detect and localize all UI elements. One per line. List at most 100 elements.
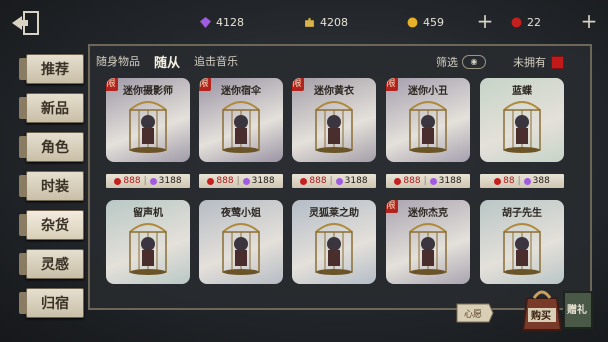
gold-coin-icon <box>407 17 418 27</box>
add-gem-button[interactable]: + <box>580 11 598 31</box>
red-gem-icon <box>300 177 308 185</box>
cage-figure-icon <box>503 223 541 275</box>
category-sidebar: 推荐 新品 角色 时装 杂货 灵感 归宿 <box>18 54 88 327</box>
purple-crystal-icon <box>523 177 531 185</box>
purple-crystal-icon <box>429 177 437 185</box>
card-name: 迷你宿伞 <box>221 86 261 97</box>
price-tag: 888 | 3188 <box>106 174 190 188</box>
gold-puzzle-icon <box>305 17 314 27</box>
limited-badge: 限 <box>199 78 211 91</box>
card-name: 留声机 <box>133 208 163 219</box>
purple-crystal-icon <box>149 177 157 185</box>
gift-label: 赠礼 <box>567 303 587 316</box>
crystal-count: 4128 <box>216 15 244 29</box>
unowned-checkbox[interactable] <box>551 55 564 69</box>
sidebar-item-character[interactable]: 角色 <box>19 132 84 162</box>
price-tag: 888 | 3188 <box>199 174 283 188</box>
card-name: 迷你小丑 <box>408 86 448 97</box>
price-red: 88 <box>503 176 515 186</box>
cage-figure-icon <box>129 223 167 275</box>
unowned-label: 未拥有 <box>513 56 546 69</box>
currency-crystal: 4128 <box>200 13 244 31</box>
sidebar-item-inspiration[interactable]: 灵感 <box>19 249 84 279</box>
card-name: 迷你杰克 <box>408 208 448 219</box>
sidebar-item-misc[interactable]: 杂货 <box>19 210 84 240</box>
price-red: 888 <box>309 176 327 186</box>
price-red: 888 <box>216 176 234 186</box>
follower-card[interactable]: 迷你宿伞限 <box>199 78 283 162</box>
limited-badge: 限 <box>292 78 304 91</box>
price-red: 888 <box>123 176 141 186</box>
card-name: 灵狐莱之助 <box>309 208 359 219</box>
price-purple: 3188 <box>158 176 182 186</box>
cage-figure-icon <box>409 223 447 275</box>
follower-card[interactable]: 灵狐莱之助 <box>292 200 376 284</box>
card-name: 胡子先生 <box>502 208 542 219</box>
follower-card[interactable]: 胡子先生 <box>480 200 564 284</box>
wishlist-label: 心愿 <box>464 309 482 320</box>
top-bar: 4128 4208 459 + 22 + <box>0 0 608 44</box>
tab-accessories[interactable]: 随身物品 <box>96 53 140 69</box>
follower-card[interactable]: 夜莺小姐 <box>199 200 283 284</box>
price-tag: 88 | 388 <box>480 174 564 188</box>
price-purple: 3188 <box>344 176 368 186</box>
price-purple: 388 <box>532 176 550 186</box>
red-gem-icon <box>494 177 502 185</box>
wishlist-tag-icon[interactable]: 心愿 <box>455 298 495 328</box>
limited-badge: 限 <box>386 78 398 91</box>
purchase-label: 购买 <box>531 309 551 322</box>
unowned-filter[interactable]: 未拥有 <box>513 54 564 70</box>
red-gem-icon <box>511 17 522 27</box>
cage-figure-icon <box>503 101 541 153</box>
sidebar-item-new[interactable]: 新品 <box>19 93 84 123</box>
filter-toggle-icon[interactable]: ◉ <box>462 55 486 69</box>
currency-gem: 22 <box>511 13 541 31</box>
price-red: 888 <box>403 176 421 186</box>
puzzle-count: 4208 <box>320 15 348 29</box>
price-purple: 3188 <box>251 176 275 186</box>
purple-crystal-icon <box>200 16 211 28</box>
sidebar-item-recommend[interactable]: 推荐 <box>19 54 84 84</box>
follower-card[interactable]: 迷你杰克限 <box>386 200 470 284</box>
price-purple: 3188 <box>438 176 462 186</box>
cage-figure-icon <box>315 223 353 275</box>
cage-figure-icon <box>222 101 260 153</box>
cage-figure-icon <box>129 101 167 153</box>
purchase-bag-button[interactable]: 购买 <box>519 284 565 332</box>
follower-card[interactable]: 留声机 <box>106 200 190 284</box>
gift-button[interactable]: 赠礼 <box>561 288 595 332</box>
sidebar-item-residence[interactable]: 归宿 <box>19 288 84 318</box>
card-name: 迷你摄影师 <box>123 86 173 97</box>
follower-card[interactable]: 蓝蝶 <box>480 78 564 162</box>
filter-label: 筛选 <box>436 56 458 69</box>
gem-count: 22 <box>527 15 541 29</box>
price-tag: 888 | 3188 <box>386 174 470 188</box>
limited-badge: 限 <box>386 200 398 213</box>
follower-card[interactable]: 迷你小丑限 <box>386 78 470 162</box>
follower-card[interactable]: 迷你摄影师限 <box>106 78 190 162</box>
sub-tabs: 随身物品 随从 追击音乐 <box>96 50 252 72</box>
card-name: 蓝蝶 <box>512 86 532 97</box>
purple-crystal-icon <box>242 177 250 185</box>
currency-puzzle: 4208 <box>304 13 348 31</box>
red-gem-icon <box>114 177 122 185</box>
cage-figure-icon <box>222 223 260 275</box>
price-tag: 888 | 3188 <box>292 174 376 188</box>
filter-control[interactable]: 筛选 ◉ <box>436 54 486 70</box>
red-gem-icon <box>207 177 215 185</box>
card-name: 夜莺小姐 <box>221 208 261 219</box>
limited-badge: 限 <box>106 78 118 91</box>
currency-coin: 459 <box>407 13 444 31</box>
sidebar-item-fashion[interactable]: 时装 <box>19 171 84 201</box>
coin-count: 459 <box>423 15 444 29</box>
cage-figure-icon <box>409 101 447 153</box>
tab-followers[interactable]: 随从 <box>154 52 180 71</box>
follower-card[interactable]: 迷你黄衣限 <box>292 78 376 162</box>
cage-figure-icon <box>315 101 353 153</box>
card-name: 迷你黄衣 <box>314 86 354 97</box>
tab-chase-music[interactable]: 追击音乐 <box>194 53 238 69</box>
add-coin-button[interactable]: + <box>476 11 494 31</box>
exit-door-icon[interactable] <box>10 10 44 36</box>
purple-crystal-icon <box>335 177 343 185</box>
red-gem-icon <box>394 177 402 185</box>
